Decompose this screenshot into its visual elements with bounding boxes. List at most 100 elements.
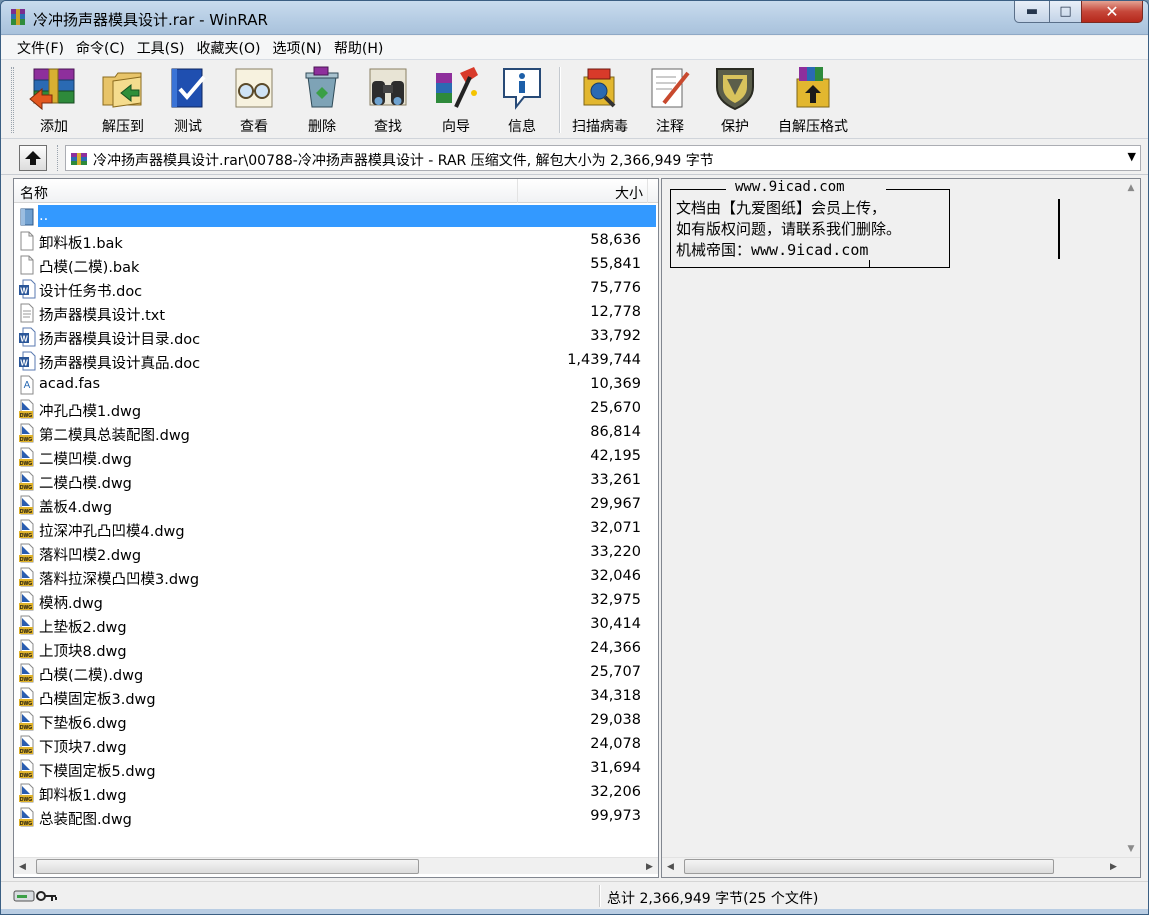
comment-frame: www.9icad.com 文档由【九爱图纸】会员上传， 如有版权问题，请联系我…: [670, 179, 950, 268]
title-bar[interactable]: 冷冲扬声器模具设计.rar - WinRAR ▬ □ ✕: [1, 1, 1148, 35]
file-row[interactable]: DWG 盖板4.dwg 29,967: [14, 493, 658, 517]
file-row[interactable]: 扬声器模具设计.txt 12,778: [14, 301, 658, 325]
scroll-left-icon[interactable]: ◀: [662, 858, 679, 875]
delete-button[interactable]: 删除: [293, 63, 351, 137]
comment-vertical-scrollbar[interactable]: ▲ ▼: [1122, 179, 1140, 857]
up-folder-button[interactable]: [19, 145, 47, 171]
extract-to-button[interactable]: 解压到: [92, 63, 154, 137]
dwg-file-icon: DWG: [19, 399, 34, 419]
doc-file-icon: W: [19, 351, 36, 371]
file-size: 31,694: [590, 760, 641, 776]
file-row[interactable]: DWG 上顶块8.dwg 24,366: [14, 637, 658, 661]
file-row[interactable]: DWG 总装配图.dwg 99,973: [14, 805, 658, 829]
wizard-button[interactable]: 向导: [425, 63, 487, 137]
column-header-size[interactable]: 大小: [517, 179, 647, 203]
add-button[interactable]: 添加: [23, 63, 85, 137]
svg-text:DWG: DWG: [20, 749, 32, 755]
file-horizontal-scrollbar[interactable]: ◀ ▶: [14, 857, 658, 874]
scroll-thumb[interactable]: [36, 859, 419, 874]
dwg-file-icon: DWG: [19, 735, 34, 755]
window-title: 冷冲扬声器模具设计.rar - WinRAR: [33, 11, 268, 29]
file-row[interactable]: DWG 下模固定板5.dwg 31,694: [14, 757, 658, 781]
view-button[interactable]: 查看: [225, 63, 283, 137]
file-row[interactable]: 凸模(二模).bak 55,841: [14, 253, 658, 277]
file-row[interactable]: DWG 凸模(二模).dwg 25,707: [14, 661, 658, 685]
file-size: 58,636: [590, 232, 641, 248]
menu-options[interactable]: 选项(N): [266, 38, 327, 58]
file-row[interactable]: W 扬声器模具设计目录.doc 33,792: [14, 325, 658, 349]
menu-tools[interactable]: 工具(S): [131, 38, 191, 58]
test-button[interactable]: 测试: [159, 63, 217, 137]
chevron-down-icon[interactable]: ▼: [1128, 150, 1136, 163]
comment-button[interactable]: 注释: [641, 63, 699, 137]
column-header-name[interactable]: 名称: [20, 183, 48, 203]
find-label: 查找: [374, 119, 402, 135]
find-button[interactable]: 查找: [359, 63, 417, 137]
dwg-file-icon: DWG: [19, 423, 34, 443]
file-row[interactable]: DWG 二模凹模.dwg 42,195: [14, 445, 658, 469]
file-size: 29,967: [590, 496, 641, 512]
file-size: 55,841: [590, 256, 641, 272]
comment-area[interactable]: www.9icad.com 文档由【九爱图纸】会员上传， 如有版权问题，请联系我…: [662, 179, 1122, 857]
winrar-window: 冷冲扬声器模具设计.rar - WinRAR ▬ □ ✕ 文件(F) 命令(C)…: [0, 0, 1149, 915]
file-row[interactable]: 卸料板1.bak 58,636: [14, 229, 658, 253]
file-row[interactable]: DWG 第二模具总装配图.dwg 86,814: [14, 421, 658, 445]
address-field[interactable]: 冷冲扬声器模具设计.rar\00788-冷冲扬声器模具设计 - RAR 压缩文件…: [65, 145, 1141, 171]
file-row[interactable]: DWG 落料凹模2.dwg 33,220: [14, 541, 658, 565]
winrar-app-icon[interactable]: [9, 8, 27, 26]
scroll-right-icon[interactable]: ▶: [641, 858, 658, 875]
protect-button[interactable]: 保护: [706, 63, 764, 137]
file-row[interactable]: DWG 凸模固定板3.dwg 34,318: [14, 685, 658, 709]
file-row[interactable]: Aacad.fas 10,369: [14, 373, 658, 397]
fas-file-icon: A: [20, 375, 34, 395]
file-row[interactable]: DWG 卸料板1.dwg 32,206: [14, 781, 658, 805]
maximize-button[interactable]: □: [1049, 1, 1082, 23]
svg-text:DWG: DWG: [20, 485, 32, 491]
scroll-thumb[interactable]: [684, 859, 1054, 874]
frame-line: [670, 189, 726, 190]
menu-help[interactable]: 帮助(H): [328, 38, 389, 58]
scroll-right-icon[interactable]: ▶: [1105, 858, 1122, 875]
parent-folder-row[interactable]: ..: [14, 205, 658, 229]
dwg-file-icon: DWG: [19, 447, 34, 467]
menu-commands[interactable]: 命令(C): [70, 38, 131, 58]
sfx-button[interactable]: 自解压格式: [771, 63, 855, 137]
comment-horizontal-scrollbar[interactable]: ◀ ▶: [662, 857, 1140, 874]
address-grip: [57, 145, 60, 171]
file-row[interactable]: DWG 下顶块7.dwg 24,078: [14, 733, 658, 757]
svg-text:DWG: DWG: [20, 509, 32, 515]
file-size: 30,414: [590, 616, 641, 632]
file-name: 凸模固定板3.dwg: [39, 692, 156, 708]
minimize-button[interactable]: ▬: [1014, 1, 1050, 23]
file-row[interactable]: DWG 冲孔凸模1.dwg 25,670: [14, 397, 658, 421]
sfx-label: 自解压格式: [778, 119, 848, 135]
file-size: 42,195: [590, 448, 641, 464]
file-row[interactable]: DWG 下垫板6.dwg 29,038: [14, 709, 658, 733]
file-size: 32,206: [590, 784, 641, 800]
blank-file-icon: [20, 231, 34, 251]
file-row[interactable]: W 扬声器模具设计真品.doc 1,439,744: [14, 349, 658, 373]
info-button[interactable]: 信息: [493, 63, 551, 137]
file-row[interactable]: DWG 落料拉深模凸凹模3.dwg 32,046: [14, 565, 658, 589]
dwg-file-icon: DWG: [19, 639, 34, 659]
file-row[interactable]: DWG 二模凸模.dwg 33,261: [14, 469, 658, 493]
frame-line: [886, 189, 950, 190]
drive-key-icon[interactable]: [13, 887, 59, 905]
file-size: 33,261: [590, 472, 641, 488]
scan-virus-icon: [583, 68, 616, 108]
menu-favorites[interactable]: 收藏夹(O): [191, 38, 267, 58]
scan-virus-button[interactable]: 扫描病毒: [567, 63, 633, 137]
menu-file[interactable]: 文件(F): [11, 38, 70, 58]
scroll-left-icon[interactable]: ◀: [14, 858, 31, 875]
file-row[interactable]: W 设计任务书.doc 75,776: [14, 277, 658, 301]
toolbar-grip[interactable]: [11, 67, 14, 133]
file-row[interactable]: DWG 上垫板2.dwg 30,414: [14, 613, 658, 637]
test-book-icon: [171, 68, 206, 108]
dwg-file-icon: DWG: [19, 495, 34, 515]
scroll-up-icon[interactable]: ▲: [1122, 179, 1140, 196]
scroll-down-icon[interactable]: ▼: [1122, 840, 1140, 857]
file-row[interactable]: DWG 拉深冲孔凸凹模4.dwg 32,071: [14, 517, 658, 541]
file-size: 99,973: [590, 808, 641, 824]
file-row[interactable]: DWG 模柄.dwg 32,975: [14, 589, 658, 613]
close-button[interactable]: ✕: [1081, 1, 1143, 23]
